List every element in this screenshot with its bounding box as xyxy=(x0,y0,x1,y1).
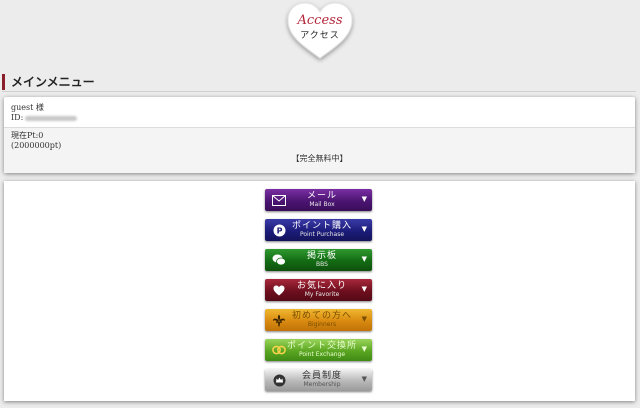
user-id-value-redacted xyxy=(25,115,78,121)
user-name: guest 様 xyxy=(11,103,44,112)
heart-icon xyxy=(272,283,286,297)
menu-label-jp: ポイント交換所 xyxy=(287,341,358,351)
menu-label-en: Membership xyxy=(303,381,341,388)
heading-divider xyxy=(2,91,636,92)
svg-text:P: P xyxy=(276,226,282,235)
menu-label-jp: 掲示板 xyxy=(306,251,337,261)
chat-bubbles-icon xyxy=(272,253,286,267)
menu-label-en: My Favorite xyxy=(304,291,340,298)
free-notice: 【完全無料中】 xyxy=(291,154,348,163)
user-identity-row: guest 様 ID: xyxy=(4,97,635,128)
menu-label-jp: ポイント購入 xyxy=(291,221,352,231)
page-title: メインメニュー xyxy=(2,74,95,90)
menu-button-mail[interactable]: メール Mail Box ▼ xyxy=(265,189,372,211)
menu-label-jp: お気に入り xyxy=(296,281,347,291)
chevron-down-icon: ▼ xyxy=(361,345,367,353)
menu-button-favorite[interactable]: お気に入り My Favorite ▼ xyxy=(265,279,372,301)
menu-button-membership[interactable]: 会員制度 Membership ▼ xyxy=(265,369,372,391)
menu-label-en: Point Exchange xyxy=(298,351,346,358)
chevron-down-icon: ▼ xyxy=(361,195,367,203)
crown-icon xyxy=(272,373,286,387)
logo-title: Access xyxy=(297,13,343,28)
points-total: (2000000pt) xyxy=(11,141,62,150)
logo-subtitle: アクセス xyxy=(300,31,340,41)
envelope-icon xyxy=(272,193,286,207)
menu-label-en: BBS xyxy=(316,261,328,268)
menu-label-jp: メール xyxy=(306,191,337,201)
rings-icon xyxy=(272,343,286,357)
menu-button-point-exchange[interactable]: ポイント交換所 Point Exchange ▼ xyxy=(265,339,372,361)
menu-label-jp: 会員制度 xyxy=(301,371,342,381)
menu-label-en: Mail Box xyxy=(309,201,335,208)
fleur-de-lis-icon xyxy=(272,313,286,327)
chevron-down-icon: ▼ xyxy=(361,285,367,293)
user-id-label: ID: xyxy=(11,113,24,122)
access-heart-logo: Access アクセス xyxy=(283,0,357,64)
menu-label-jp: 初めての方へ xyxy=(291,311,352,321)
menu-button-beginners[interactable]: 初めての方へ Biginners ▼ xyxy=(265,309,372,331)
chevron-down-icon: ▼ xyxy=(361,315,367,323)
user-info-panel: guest 様 ID: 現在Pt:0 (2000000pt) 【完全無料中】 xyxy=(4,97,635,173)
chevron-down-icon: ▼ xyxy=(361,375,367,383)
menu-label-en: Point Purchase xyxy=(299,231,345,238)
menu-label-en: Biginners xyxy=(307,321,337,328)
menu-button-point-purchase[interactable]: P ポイント購入 Point Purchase ▼ xyxy=(265,219,372,241)
chevron-down-icon: ▼ xyxy=(361,255,367,263)
menu-button-bbs[interactable]: 掲示板 BBS ▼ xyxy=(265,249,372,271)
points-current: 現在Pt:0 xyxy=(11,131,44,140)
chevron-down-icon: ▼ xyxy=(361,225,367,233)
user-points-row: 現在Pt:0 (2000000pt) 【完全無料中】 xyxy=(4,128,635,173)
point-coin-icon: P xyxy=(272,223,286,237)
user-id-line: ID: xyxy=(11,113,78,123)
